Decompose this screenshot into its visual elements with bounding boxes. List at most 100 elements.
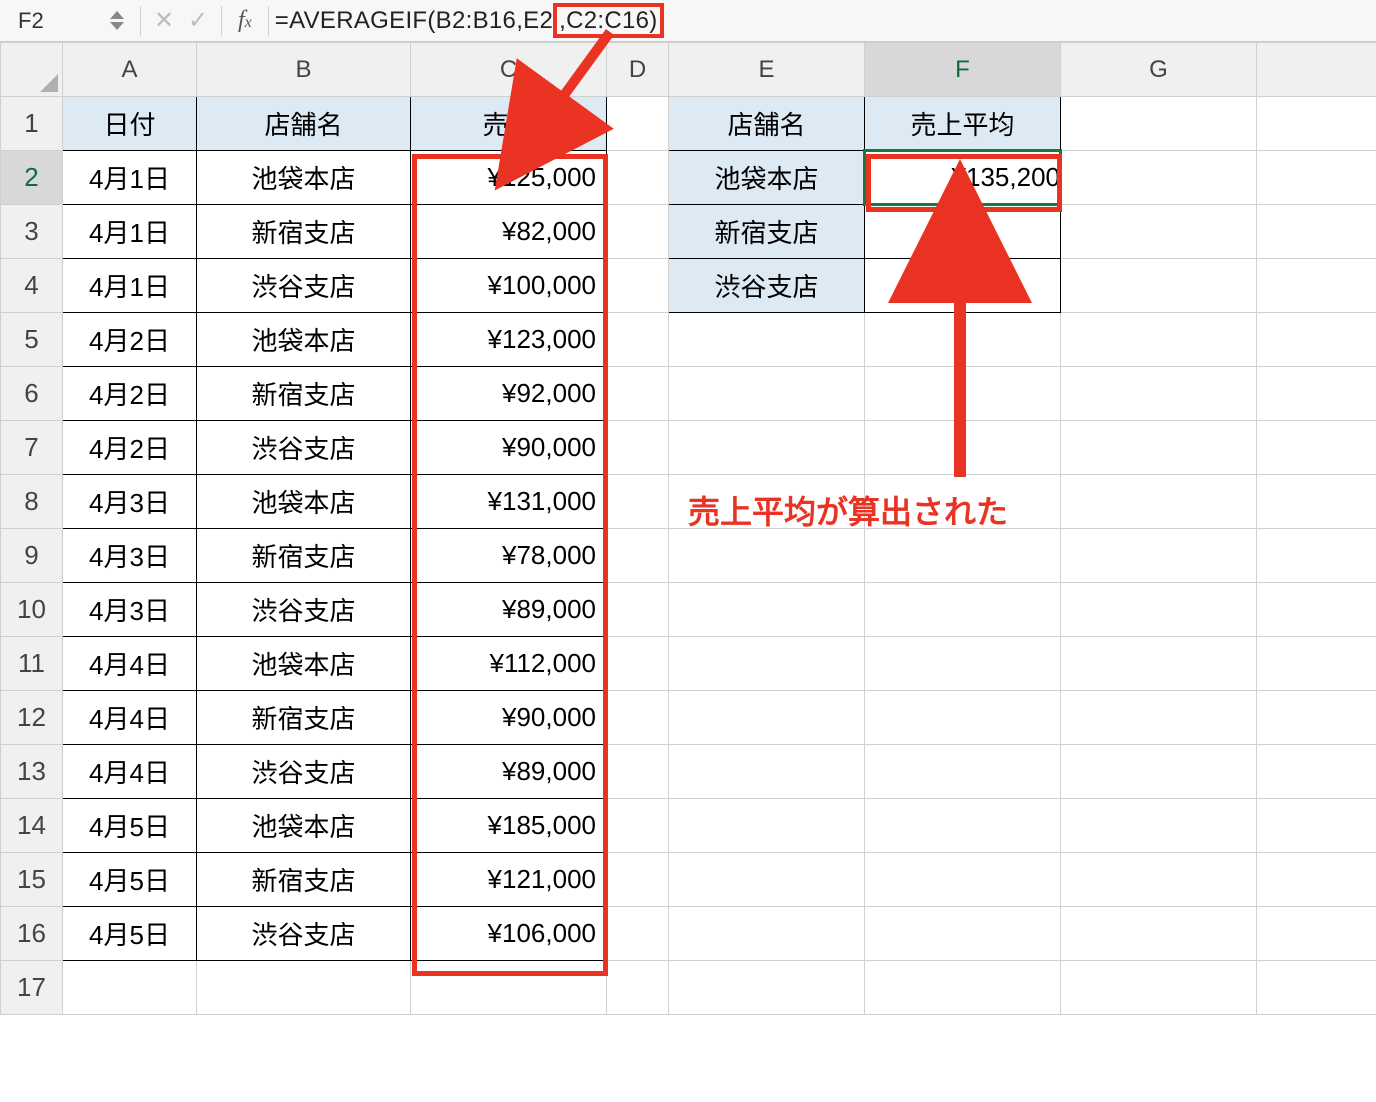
- cell-E4[interactable]: 渋谷支店: [669, 259, 865, 313]
- cell-B13[interactable]: 渋谷支店: [197, 745, 411, 799]
- cell-F10[interactable]: [865, 583, 1061, 637]
- cell-A15[interactable]: 4月5日: [63, 853, 197, 907]
- cell-E17[interactable]: [669, 961, 865, 1015]
- cell-E16[interactable]: [669, 907, 865, 961]
- cell-F17[interactable]: [865, 961, 1061, 1015]
- cell-D16[interactable]: [607, 907, 669, 961]
- cell-D5[interactable]: [607, 313, 669, 367]
- row-header-11[interactable]: 11: [1, 637, 63, 691]
- cell-D6[interactable]: [607, 367, 669, 421]
- cell-A17[interactable]: [63, 961, 197, 1015]
- cell-H17[interactable]: [1257, 961, 1376, 1015]
- col-header-blank[interactable]: [1257, 43, 1376, 97]
- cell-G5[interactable]: [1061, 313, 1257, 367]
- cell-H11[interactable]: [1257, 637, 1376, 691]
- cell-A13[interactable]: 4月4日: [63, 745, 197, 799]
- cell-H1[interactable]: [1257, 97, 1376, 151]
- cell-H14[interactable]: [1257, 799, 1376, 853]
- col-header-E[interactable]: E: [669, 43, 865, 97]
- cell-E7[interactable]: [669, 421, 865, 475]
- cell-C16[interactable]: ¥106,000: [411, 907, 607, 961]
- cell-G13[interactable]: [1061, 745, 1257, 799]
- cell-D9[interactable]: [607, 529, 669, 583]
- cell-E15[interactable]: [669, 853, 865, 907]
- row-header-13[interactable]: 13: [1, 745, 63, 799]
- cell-G17[interactable]: [1061, 961, 1257, 1015]
- cell-B2[interactable]: 池袋本店: [197, 151, 411, 205]
- row-header-10[interactable]: 10: [1, 583, 63, 637]
- cell-F16[interactable]: [865, 907, 1061, 961]
- row-header-1[interactable]: 1: [1, 97, 63, 151]
- row-header-15[interactable]: 15: [1, 853, 63, 907]
- cell-F1[interactable]: 売上平均: [865, 97, 1061, 151]
- cell-A8[interactable]: 4月3日: [63, 475, 197, 529]
- cell-C4[interactable]: ¥100,000: [411, 259, 607, 313]
- cell-F6[interactable]: [865, 367, 1061, 421]
- cell-A4[interactable]: 4月1日: [63, 259, 197, 313]
- cell-E9[interactable]: [669, 529, 865, 583]
- cell-H4[interactable]: [1257, 259, 1376, 313]
- cell-C14[interactable]: ¥185,000: [411, 799, 607, 853]
- cell-H16[interactable]: [1257, 907, 1376, 961]
- cell-B15[interactable]: 新宿支店: [197, 853, 411, 907]
- cell-C15[interactable]: ¥121,000: [411, 853, 607, 907]
- cell-A11[interactable]: 4月4日: [63, 637, 197, 691]
- cell-F7[interactable]: [865, 421, 1061, 475]
- cell-C17[interactable]: [411, 961, 607, 1015]
- col-header-D[interactable]: D: [607, 43, 669, 97]
- cell-E3[interactable]: 新宿支店: [669, 205, 865, 259]
- cell-B14[interactable]: 池袋本店: [197, 799, 411, 853]
- cell-H9[interactable]: [1257, 529, 1376, 583]
- cell-C5[interactable]: ¥123,000: [411, 313, 607, 367]
- cell-A14[interactable]: 4月5日: [63, 799, 197, 853]
- name-box[interactable]: F2: [0, 8, 110, 34]
- cell-H7[interactable]: [1257, 421, 1376, 475]
- cell-G12[interactable]: [1061, 691, 1257, 745]
- cell-G16[interactable]: [1061, 907, 1257, 961]
- cell-B6[interactable]: 新宿支店: [197, 367, 411, 421]
- cell-E11[interactable]: [669, 637, 865, 691]
- row-header-14[interactable]: 14: [1, 799, 63, 853]
- cell-G10[interactable]: [1061, 583, 1257, 637]
- cell-H6[interactable]: [1257, 367, 1376, 421]
- col-header-B[interactable]: B: [197, 43, 411, 97]
- cell-A7[interactable]: 4月2日: [63, 421, 197, 475]
- cell-C1[interactable]: 売上: [411, 97, 607, 151]
- row-header-8[interactable]: 8: [1, 475, 63, 529]
- cell-C3[interactable]: ¥82,000: [411, 205, 607, 259]
- row-header-9[interactable]: 9: [1, 529, 63, 583]
- cell-A5[interactable]: 4月2日: [63, 313, 197, 367]
- cell-F2[interactable]: ¥135,200: [865, 151, 1061, 205]
- name-box-spinner[interactable]: [110, 11, 124, 30]
- row-header-3[interactable]: 3: [1, 205, 63, 259]
- cell-F4[interactable]: [865, 259, 1061, 313]
- cell-D15[interactable]: [607, 853, 669, 907]
- cell-D7[interactable]: [607, 421, 669, 475]
- cell-G2[interactable]: [1061, 151, 1257, 205]
- cell-F14[interactable]: [865, 799, 1061, 853]
- row-header-6[interactable]: 6: [1, 367, 63, 421]
- cell-D8[interactable]: [607, 475, 669, 529]
- cell-G4[interactable]: [1061, 259, 1257, 313]
- col-header-C[interactable]: C: [411, 43, 607, 97]
- fx-icon[interactable]: fx: [238, 7, 252, 34]
- cell-C13[interactable]: ¥89,000: [411, 745, 607, 799]
- cell-D14[interactable]: [607, 799, 669, 853]
- cell-E5[interactable]: [669, 313, 865, 367]
- cell-B11[interactable]: 池袋本店: [197, 637, 411, 691]
- cell-G14[interactable]: [1061, 799, 1257, 853]
- row-header-12[interactable]: 12: [1, 691, 63, 745]
- cell-H3[interactable]: [1257, 205, 1376, 259]
- row-header-7[interactable]: 7: [1, 421, 63, 475]
- cell-F12[interactable]: [865, 691, 1061, 745]
- cell-B1[interactable]: 店舗名: [197, 97, 411, 151]
- cell-H2[interactable]: [1257, 151, 1376, 205]
- cell-C11[interactable]: ¥112,000: [411, 637, 607, 691]
- cell-A12[interactable]: 4月4日: [63, 691, 197, 745]
- cell-C7[interactable]: ¥90,000: [411, 421, 607, 475]
- row-header-16[interactable]: 16: [1, 907, 63, 961]
- cell-D12[interactable]: [607, 691, 669, 745]
- cell-B9[interactable]: 新宿支店: [197, 529, 411, 583]
- cell-C8[interactable]: ¥131,000: [411, 475, 607, 529]
- cell-F5[interactable]: [865, 313, 1061, 367]
